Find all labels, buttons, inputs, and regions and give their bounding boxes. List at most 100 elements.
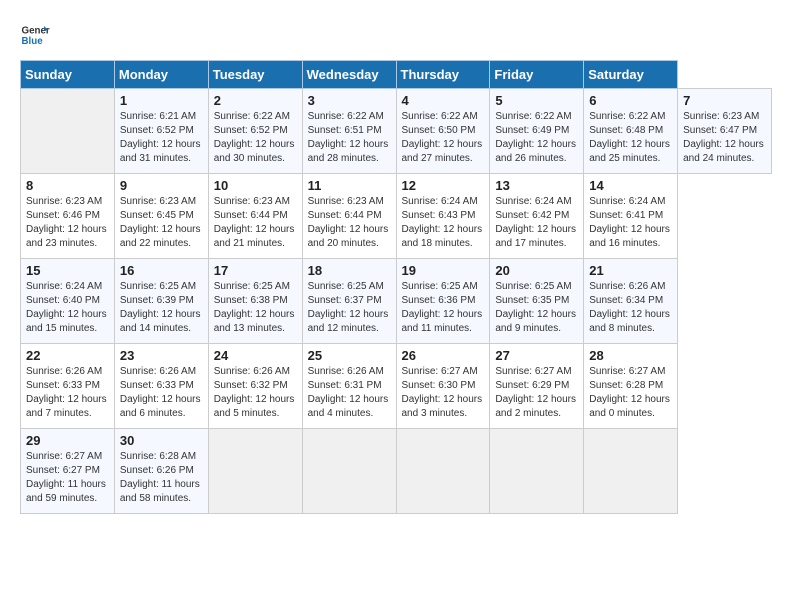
calendar-week-row: 1 Sunrise: 6:21 AMSunset: 6:52 PMDaylight… bbox=[21, 89, 772, 174]
svg-text:General: General bbox=[22, 26, 51, 37]
day-info: Sunrise: 6:24 AMSunset: 6:43 PMDaylight:… bbox=[402, 195, 485, 251]
calendar-day-cell: 3 Sunrise: 6:22 AMSunset: 6:51 PMDaylight… bbox=[302, 89, 396, 174]
day-info: Sunrise: 6:27 AMSunset: 6:28 PMDaylight:… bbox=[589, 365, 672, 421]
calendar-day-cell bbox=[584, 429, 678, 514]
calendar-day-cell: 6 Sunrise: 6:22 AMSunset: 6:48 PMDaylight… bbox=[584, 89, 678, 174]
calendar-day-cell: 18 Sunrise: 6:25 AMSunset: 6:37 PMDayligh… bbox=[302, 259, 396, 344]
calendar-table: SundayMondayTuesdayWednesdayThursdayFrid… bbox=[20, 60, 772, 514]
logo: General Blue bbox=[20, 20, 50, 50]
calendar-day-cell bbox=[302, 429, 396, 514]
day-info: Sunrise: 6:26 AMSunset: 6:34 PMDaylight:… bbox=[589, 280, 672, 336]
day-number: 18 bbox=[308, 263, 391, 278]
day-info: Sunrise: 6:22 AMSunset: 6:48 PMDaylight:… bbox=[589, 110, 672, 166]
day-number: 6 bbox=[589, 93, 672, 108]
calendar-day-cell: 27 Sunrise: 6:27 AMSunset: 6:29 PMDayligh… bbox=[490, 344, 584, 429]
calendar-day-cell bbox=[208, 429, 302, 514]
page-header: General Blue bbox=[20, 20, 772, 50]
calendar-day-cell: 21Sunrise: 6:26 AMSunset: 6:34 PMDayligh… bbox=[584, 259, 678, 344]
day-info: Sunrise: 6:23 AMSunset: 6:47 PMDaylight:… bbox=[683, 110, 766, 166]
calendar-day-cell: 14Sunrise: 6:24 AMSunset: 6:41 PMDayligh… bbox=[584, 174, 678, 259]
day-info: Sunrise: 6:26 AMSunset: 6:31 PMDaylight:… bbox=[308, 365, 391, 421]
calendar-day-cell: 22 Sunrise: 6:26 AMSunset: 6:33 PMDayligh… bbox=[21, 344, 115, 429]
day-number: 28 bbox=[589, 348, 672, 363]
day-info: Sunrise: 6:21 AMSunset: 6:52 PMDaylight:… bbox=[120, 110, 203, 166]
calendar-day-cell: 19 Sunrise: 6:25 AMSunset: 6:36 PMDayligh… bbox=[396, 259, 490, 344]
day-info: Sunrise: 6:23 AMSunset: 6:46 PMDaylight:… bbox=[26, 195, 109, 251]
day-header-tuesday: Tuesday bbox=[208, 61, 302, 89]
day-number: 5 bbox=[495, 93, 578, 108]
logo-icon: General Blue bbox=[20, 20, 50, 50]
calendar-day-cell: 25 Sunrise: 6:26 AMSunset: 6:31 PMDayligh… bbox=[302, 344, 396, 429]
day-info: Sunrise: 6:24 AMSunset: 6:40 PMDaylight:… bbox=[26, 280, 109, 336]
day-number: 29 bbox=[26, 433, 109, 448]
day-header-wednesday: Wednesday bbox=[302, 61, 396, 89]
calendar-day-cell: 13 Sunrise: 6:24 AMSunset: 6:42 PMDayligh… bbox=[490, 174, 584, 259]
day-number: 17 bbox=[214, 263, 297, 278]
calendar-day-cell: 9Sunrise: 6:23 AMSunset: 6:45 PMDaylight… bbox=[114, 174, 208, 259]
day-header-thursday: Thursday bbox=[396, 61, 490, 89]
day-number: 11 bbox=[308, 178, 391, 193]
calendar-day-cell: 4 Sunrise: 6:22 AMSunset: 6:50 PMDaylight… bbox=[396, 89, 490, 174]
day-info: Sunrise: 6:26 AMSunset: 6:32 PMDaylight:… bbox=[214, 365, 297, 421]
svg-text:Blue: Blue bbox=[22, 36, 44, 47]
calendar-day-cell: 17 Sunrise: 6:25 AMSunset: 6:38 PMDayligh… bbox=[208, 259, 302, 344]
calendar-day-cell: 15Sunrise: 6:24 AMSunset: 6:40 PMDayligh… bbox=[21, 259, 115, 344]
calendar-week-row: 15Sunrise: 6:24 AMSunset: 6:40 PMDayligh… bbox=[21, 259, 772, 344]
day-number: 7 bbox=[683, 93, 766, 108]
day-number: 2 bbox=[214, 93, 297, 108]
calendar-header-row: SundayMondayTuesdayWednesdayThursdayFrid… bbox=[21, 61, 772, 89]
day-number: 27 bbox=[495, 348, 578, 363]
day-info: Sunrise: 6:25 AMSunset: 6:39 PMDaylight:… bbox=[120, 280, 203, 336]
day-number: 25 bbox=[308, 348, 391, 363]
day-number: 26 bbox=[402, 348, 485, 363]
day-number: 30 bbox=[120, 433, 203, 448]
day-number: 23 bbox=[120, 348, 203, 363]
day-info: Sunrise: 6:22 AMSunset: 6:49 PMDaylight:… bbox=[495, 110, 578, 166]
calendar-day-cell: 24 Sunrise: 6:26 AMSunset: 6:32 PMDayligh… bbox=[208, 344, 302, 429]
day-number: 1 bbox=[120, 93, 203, 108]
day-number: 4 bbox=[402, 93, 485, 108]
calendar-day-cell bbox=[396, 429, 490, 514]
day-number: 3 bbox=[308, 93, 391, 108]
calendar-week-row: 29 Sunrise: 6:27 AMSunset: 6:27 PMDayligh… bbox=[21, 429, 772, 514]
day-number: 13 bbox=[495, 178, 578, 193]
calendar-week-row: 8 Sunrise: 6:23 AMSunset: 6:46 PMDaylight… bbox=[21, 174, 772, 259]
day-header-friday: Friday bbox=[490, 61, 584, 89]
day-number: 19 bbox=[402, 263, 485, 278]
day-number: 8 bbox=[26, 178, 109, 193]
day-number: 10 bbox=[214, 178, 297, 193]
day-info: Sunrise: 6:25 AMSunset: 6:38 PMDaylight:… bbox=[214, 280, 297, 336]
day-info: Sunrise: 6:27 AMSunset: 6:30 PMDaylight:… bbox=[402, 365, 485, 421]
day-info: Sunrise: 6:25 AMSunset: 6:36 PMDaylight:… bbox=[402, 280, 485, 336]
day-info: Sunrise: 6:22 AMSunset: 6:51 PMDaylight:… bbox=[308, 110, 391, 166]
calendar-day-cell: 30 Sunrise: 6:28 AMSunset: 6:26 PMDayligh… bbox=[114, 429, 208, 514]
calendar-week-row: 22 Sunrise: 6:26 AMSunset: 6:33 PMDayligh… bbox=[21, 344, 772, 429]
calendar-day-cell: 11 Sunrise: 6:23 AMSunset: 6:44 PMDayligh… bbox=[302, 174, 396, 259]
day-info: Sunrise: 6:22 AMSunset: 6:50 PMDaylight:… bbox=[402, 110, 485, 166]
calendar-day-cell: 1 Sunrise: 6:21 AMSunset: 6:52 PMDaylight… bbox=[114, 89, 208, 174]
day-info: Sunrise: 6:26 AMSunset: 6:33 PMDaylight:… bbox=[26, 365, 109, 421]
day-number: 14 bbox=[589, 178, 672, 193]
day-info: Sunrise: 6:27 AMSunset: 6:29 PMDaylight:… bbox=[495, 365, 578, 421]
day-number: 24 bbox=[214, 348, 297, 363]
day-info: Sunrise: 6:25 AMSunset: 6:35 PMDaylight:… bbox=[495, 280, 578, 336]
day-number: 16 bbox=[120, 263, 203, 278]
calendar-day-cell: 12Sunrise: 6:24 AMSunset: 6:43 PMDayligh… bbox=[396, 174, 490, 259]
day-info: Sunrise: 6:27 AMSunset: 6:27 PMDaylight:… bbox=[26, 450, 109, 506]
calendar-day-cell: 7 Sunrise: 6:23 AMSunset: 6:47 PMDaylight… bbox=[678, 89, 772, 174]
day-info: Sunrise: 6:23 AMSunset: 6:44 PMDaylight:… bbox=[308, 195, 391, 251]
calendar-day-cell: 16 Sunrise: 6:25 AMSunset: 6:39 PMDayligh… bbox=[114, 259, 208, 344]
calendar-day-cell: 29 Sunrise: 6:27 AMSunset: 6:27 PMDayligh… bbox=[21, 429, 115, 514]
calendar-day-cell: 28 Sunrise: 6:27 AMSunset: 6:28 PMDayligh… bbox=[584, 344, 678, 429]
calendar-day-cell: 10 Sunrise: 6:23 AMSunset: 6:44 PMDayligh… bbox=[208, 174, 302, 259]
day-number: 22 bbox=[26, 348, 109, 363]
day-info: Sunrise: 6:23 AMSunset: 6:44 PMDaylight:… bbox=[214, 195, 297, 251]
calendar-day-cell: 2Sunrise: 6:22 AMSunset: 6:52 PMDaylight… bbox=[208, 89, 302, 174]
day-info: Sunrise: 6:26 AMSunset: 6:33 PMDaylight:… bbox=[120, 365, 203, 421]
day-info: Sunrise: 6:24 AMSunset: 6:42 PMDaylight:… bbox=[495, 195, 578, 251]
day-header-sunday: Sunday bbox=[21, 61, 115, 89]
day-header-saturday: Saturday bbox=[584, 61, 678, 89]
day-info: Sunrise: 6:28 AMSunset: 6:26 PMDaylight:… bbox=[120, 450, 203, 506]
day-info: Sunrise: 6:25 AMSunset: 6:37 PMDaylight:… bbox=[308, 280, 391, 336]
day-number: 20 bbox=[495, 263, 578, 278]
